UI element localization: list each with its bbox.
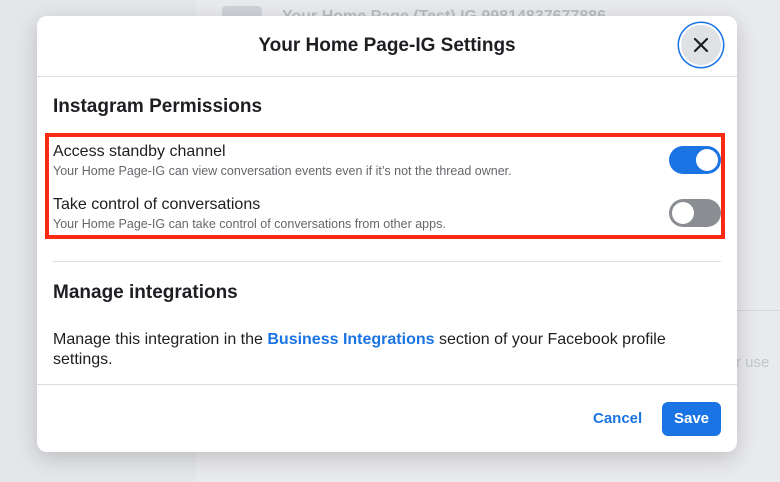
integrations-text-before: Manage this integration in the	[53, 331, 268, 348]
take-control-description: Your Home Page-IG can take control of co…	[53, 217, 446, 231]
section-divider	[53, 261, 721, 262]
close-icon	[693, 37, 709, 53]
take-control-toggle[interactable]	[669, 199, 721, 227]
close-button[interactable]	[681, 25, 721, 65]
toggle-knob	[696, 149, 718, 171]
integrations-text: Manage this integration in the Business …	[53, 330, 721, 370]
cancel-button[interactable]: Cancel	[583, 402, 652, 436]
standby-channel-toggle[interactable]	[669, 146, 721, 174]
toggle-knob	[672, 202, 694, 224]
standby-channel-label: Access standby channel	[53, 143, 226, 160]
save-button[interactable]: Save	[662, 402, 721, 436]
settings-modal: Your Home Page-IG Settings Instagram Per…	[37, 16, 737, 452]
take-control-label: Take control of conversations	[53, 196, 261, 213]
standby-channel-description: Your Home Page-IG can view conversation …	[53, 164, 512, 178]
business-integrations-link[interactable]: Business Integrations	[267, 331, 434, 348]
footer-divider	[37, 384, 737, 385]
background-divider	[730, 310, 780, 311]
integrations-heading: Manage integrations	[53, 282, 238, 303]
modal-title: Your Home Page-IG Settings	[258, 35, 516, 56]
permissions-heading: Instagram Permissions	[53, 96, 263, 117]
modal-header: Your Home Page-IG Settings	[37, 16, 737, 77]
background-side-text: r use	[736, 354, 770, 371]
